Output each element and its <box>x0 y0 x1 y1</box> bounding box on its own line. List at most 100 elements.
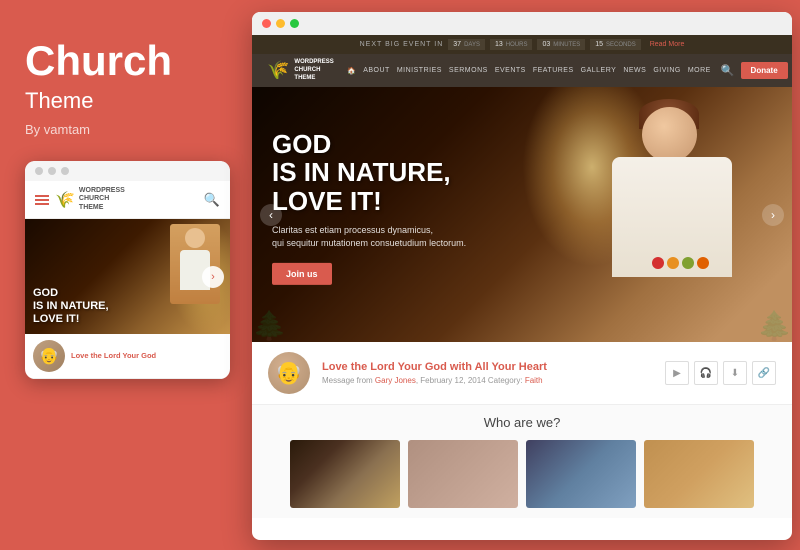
nav-events[interactable]: EVENTS <box>495 67 526 74</box>
mobile-logo-area: 🌾 WORDPRESSCHURCHTHEME <box>55 187 125 212</box>
donate-button[interactable]: Donate <box>741 62 788 79</box>
sermon-author-link[interactable]: Gary Jones <box>375 376 416 385</box>
mobile-sermon-row: 👴 Love the Lord Your God <box>25 334 230 379</box>
nav-giving[interactable]: GIVING <box>653 67 681 74</box>
nav-news[interactable]: NEWS <box>623 67 646 74</box>
who-image-4 <box>644 440 754 508</box>
sermon-meta-prefix: Message from <box>322 376 373 385</box>
who-title: Who are we? <box>268 415 776 430</box>
who-image-2 <box>408 440 518 508</box>
days-count-box: 37 DAYS <box>448 39 485 50</box>
sermon-section: 👴 Love the Lord Your God with All Your H… <box>252 342 792 405</box>
mobile-person-figure <box>170 224 220 304</box>
sermon-play-button[interactable]: ▶ <box>665 361 689 385</box>
seconds-count: 15 <box>595 41 603 48</box>
sermon-content: Love the Lord Your God with All Your Hea… <box>322 361 653 385</box>
mobile-sermon-title: Love the Lord Your God <box>71 351 156 361</box>
who-image-3 <box>526 440 636 508</box>
produce-pepper <box>697 257 709 269</box>
window-minimize-dot[interactable] <box>276 19 285 28</box>
mobile-hero-text: GOD IS IN NATURE, LOVE IT! <box>33 287 109 327</box>
who-images <box>268 440 776 508</box>
nav-ministries[interactable]: MINISTRIES <box>397 67 442 74</box>
minutes-label: MINUTES <box>553 42 580 48</box>
sermon-title[interactable]: Love the Lord Your God with All Your Hea… <box>322 361 653 373</box>
desktop-hero: GOD IS IN NATURE, LOVE IT! Claritas est … <box>252 87 792 342</box>
days-label: DAYS <box>464 42 480 48</box>
seconds-label: SECONDS <box>606 42 636 48</box>
hero-content: GOD IS IN NATURE, LOVE IT! Claritas est … <box>272 130 466 285</box>
seconds-count-box: 15 SECONDS <box>590 39 640 50</box>
hero-next-arrow[interactable]: › <box>762 204 784 226</box>
desktop-search-icon[interactable]: 🔍 <box>721 64 735 77</box>
sermon-category-link[interactable]: Faith <box>525 376 543 385</box>
sermon-icons: ▶ 🎧 ⬇ 🔗 <box>665 361 776 385</box>
who-image-1 <box>290 440 400 508</box>
mobile-search-icon[interactable]: 🔍 <box>204 192 220 208</box>
hero-trees: 🌲 🌲 <box>252 317 792 342</box>
author-line: By vamtam <box>25 122 220 137</box>
sermon-download-button[interactable]: ⬇ <box>723 361 747 385</box>
desktop-preview: NEXT BIG EVENT IN 37 DAYS 13 HOURS 03 MI… <box>252 12 792 540</box>
sermon-meta: Message from Gary Jones, February 12, 20… <box>322 376 653 385</box>
hero-prev-arrow[interactable]: ‹ <box>260 204 282 226</box>
produce-green <box>682 257 694 269</box>
window-controls <box>252 12 792 35</box>
mobile-nav: 🌾 WORDPRESSCHURCHTHEME 🔍 <box>25 181 230 219</box>
hero-person-produce <box>652 257 712 297</box>
desktop-logo-text: WORDPRESSCHURCHTHEME <box>294 59 333 82</box>
left-panel: Church Theme By vamtam 🌾 WORDPRESSCHURCH… <box>0 0 245 550</box>
who-section: Who are we? <box>252 405 792 518</box>
desktop-logo-icon: 🌾 <box>267 60 289 81</box>
sermon-category-label: Category: <box>488 376 523 385</box>
mobile-logo-icon: 🌾 <box>55 190 75 210</box>
event-label: NEXT BIG EVENT IN <box>360 41 444 48</box>
mobile-next-arrow[interactable]: › <box>202 266 224 288</box>
nav-home[interactable]: 🏠 <box>347 67 356 75</box>
tree-left-icon: 🌲 <box>252 309 287 342</box>
produce-orange <box>667 257 679 269</box>
mobile-hero: GOD IS IN NATURE, LOVE IT! › <box>25 219 230 334</box>
sermon-avatar: 👴 <box>268 352 310 394</box>
mobile-top-bar <box>25 161 230 181</box>
hero-title: GOD IS IN NATURE, LOVE IT! <box>272 130 466 216</box>
desktop-nav: 🌾 WORDPRESSCHURCHTHEME 🏠 ABOUT MINISTRIE… <box>252 54 792 87</box>
sermon-share-button[interactable]: 🔗 <box>752 361 776 385</box>
minutes-count-box: 03 MINUTES <box>537 39 585 50</box>
nav-gallery[interactable]: GALLERY <box>581 67 617 74</box>
produce-tomato <box>652 257 664 269</box>
sermon-date: February 12, 2014 <box>420 376 485 385</box>
hours-count-box: 13 HOURS <box>490 39 532 50</box>
mobile-dot-yellow <box>48 167 56 175</box>
window-close-dot[interactable] <box>262 19 271 28</box>
tree-right-icon: 🌲 <box>757 309 792 342</box>
page-title: Church <box>25 40 220 82</box>
minutes-count: 03 <box>542 41 550 48</box>
join-us-button[interactable]: Join us <box>272 263 332 285</box>
nav-about[interactable]: ABOUT <box>363 67 390 74</box>
hours-count: 13 <box>495 41 503 48</box>
mobile-dot-green <box>61 167 69 175</box>
mobile-person-face <box>185 228 205 248</box>
hours-label: HOURS <box>506 42 528 48</box>
hero-subtitle: Claritas est etiam processus dynamicus,q… <box>272 224 466 251</box>
nav-features[interactable]: FEATURES <box>533 67 574 74</box>
sermon-headphone-button[interactable]: 🎧 <box>694 361 718 385</box>
days-count: 37 <box>453 41 461 48</box>
mobile-avatar-face: 👴 <box>39 346 59 366</box>
mobile-preview: 🌾 WORDPRESSCHURCHTHEME 🔍 GOD IS IN NATUR… <box>25 161 230 379</box>
hamburger-icon[interactable] <box>35 195 49 205</box>
mobile-nav-left: 🌾 WORDPRESSCHURCHTHEME <box>35 187 125 212</box>
nav-sermons[interactable]: SERMONS <box>449 67 488 74</box>
nav-more[interactable]: MORE <box>688 67 711 74</box>
hero-person-body <box>612 157 732 277</box>
desktop-top-bar: NEXT BIG EVENT IN 37 DAYS 13 HOURS 03 MI… <box>252 35 792 54</box>
mobile-avatar: 👴 <box>33 340 65 372</box>
mobile-dot-red <box>35 167 43 175</box>
hero-person-figure <box>582 87 762 342</box>
page-subtitle: Theme <box>25 88 220 114</box>
desktop-nav-links: 🏠 ABOUT MINISTRIES SERMONS EVENTS FEATUR… <box>347 67 711 75</box>
window-maximize-dot[interactable] <box>290 19 299 28</box>
read-more-link[interactable]: Read More <box>650 41 685 48</box>
desktop-nav-right: 🔍 Donate <box>721 62 788 79</box>
